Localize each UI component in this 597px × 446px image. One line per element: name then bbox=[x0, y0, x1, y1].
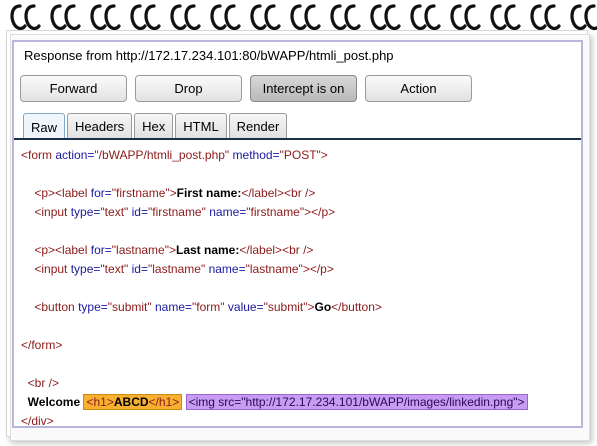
burp-proxy-panel: Response from http://172.17.234.101:80/b… bbox=[12, 40, 583, 428]
tab-raw[interactable]: Raw bbox=[23, 113, 66, 140]
drop-button[interactable]: Drop bbox=[135, 75, 242, 102]
tab-hex[interactable]: Hex bbox=[134, 113, 174, 139]
response-url-header: Response from http://172.17.234.101:80/b… bbox=[24, 48, 394, 63]
code-line: </form> bbox=[21, 338, 63, 352]
intercept-toggle-button[interactable]: Intercept is on bbox=[250, 75, 357, 102]
tab-divider bbox=[14, 138, 581, 140]
code-line: <br /> bbox=[27, 376, 60, 390]
code-line: <p><label for="lastname">Last name:</lab… bbox=[34, 243, 314, 257]
tab-headers[interactable]: Headers bbox=[67, 113, 133, 139]
code-line: <input type="text" id="lastname" name="l… bbox=[34, 262, 334, 276]
tab-html[interactable]: HTML bbox=[175, 113, 227, 139]
code-line: <input type="text" id="firstname" name="… bbox=[34, 205, 336, 219]
forward-button[interactable]: Forward bbox=[20, 75, 127, 102]
code-line: <p><label for="firstname">First name:</l… bbox=[34, 186, 316, 200]
code-line: <button type="submit" name="form" value=… bbox=[34, 300, 382, 314]
tab-render[interactable]: Render bbox=[228, 113, 288, 139]
highlight-injected-img: <img src="http://172.17.234.101/bWAPP/im… bbox=[185, 394, 528, 410]
raw-response-body[interactable]: <form action="/bWAPP/htmli_post.php" met… bbox=[21, 146, 575, 431]
view-tabs: Raw Headers Hex HTML Render bbox=[23, 113, 289, 140]
code-line: </div> bbox=[21, 414, 54, 428]
action-button[interactable]: Action bbox=[365, 75, 472, 102]
code-line: Welcome <h1>ABCD</h1> <img src="http://1… bbox=[21, 393, 575, 412]
code-line: <form action="/bWAPP/htmli_post.php" met… bbox=[21, 148, 328, 162]
highlight-injected-h1: <h1>ABCD</h1> bbox=[83, 394, 183, 410]
